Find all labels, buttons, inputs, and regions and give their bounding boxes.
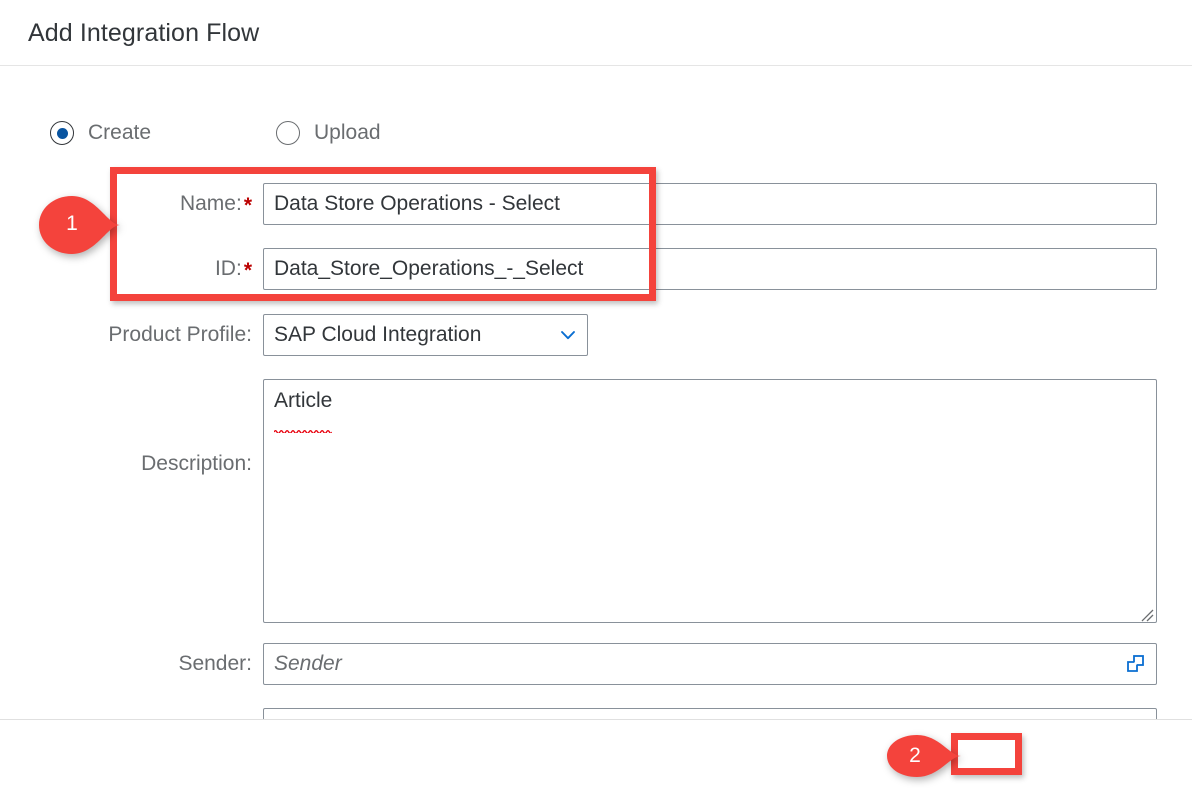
annotation-marker-1-number: 1	[66, 212, 78, 235]
product-profile-select[interactable]: SAP Cloud Integration	[263, 314, 588, 356]
chevron-down-icon	[559, 326, 577, 344]
radio-create[interactable]: Create	[50, 117, 151, 149]
sender-placeholder: Sender	[274, 652, 342, 675]
id-input-value: Data_Store_Operations_-_Select	[274, 257, 584, 280]
radio-create-icon	[50, 121, 74, 145]
sender-label: Sender:	[178, 652, 252, 675]
id-label-text: ID:	[214, 257, 242, 280]
name-required-star: *	[243, 194, 252, 217]
description-value-wrap: Article	[273, 388, 333, 435]
description-value: Article	[274, 389, 333, 412]
id-input[interactable]: Data_Store_Operations_-_Select	[263, 248, 1157, 290]
radio-upload-label: Upload	[314, 121, 381, 144]
radio-upload-icon	[276, 121, 300, 145]
annotation-marker-2-number: 2	[909, 744, 921, 767]
spellcheck-squiggle-icon	[273, 414, 333, 435]
sender-input[interactable]: Sender	[263, 643, 1157, 685]
dialog-content: Create Upload Name:* Data Store Operatio…	[0, 66, 1192, 750]
name-input[interactable]: Data Store Operations - Select	[263, 183, 1157, 225]
sender-value-help-icon[interactable]	[1124, 653, 1146, 675]
product-profile-value: SAP Cloud Integration	[274, 323, 482, 346]
id-label: ID:*	[52, 257, 252, 281]
radio-create-dot	[56, 127, 68, 139]
dialog-title-bar: Add Integration Flow	[0, 0, 1192, 66]
dialog-footer: OK Cancel	[0, 719, 1192, 788]
radio-create-label: Create	[88, 121, 152, 144]
page-title: Add Integration Flow	[28, 19, 260, 47]
radio-upload[interactable]: Upload	[276, 117, 381, 149]
product-profile-label: Product Profile:	[108, 323, 252, 346]
name-input-value: Data Store Operations - Select	[274, 192, 560, 215]
description-label: Description:	[141, 452, 252, 475]
description-textarea[interactable]: Article	[263, 379, 1157, 623]
name-label-text: Name:	[179, 192, 242, 215]
id-required-star: *	[243, 259, 252, 282]
textarea-resize-handle[interactable]	[1138, 604, 1154, 622]
add-integration-flow-dialog: Add Integration Flow Create Upload Name:…	[0, 0, 1192, 788]
